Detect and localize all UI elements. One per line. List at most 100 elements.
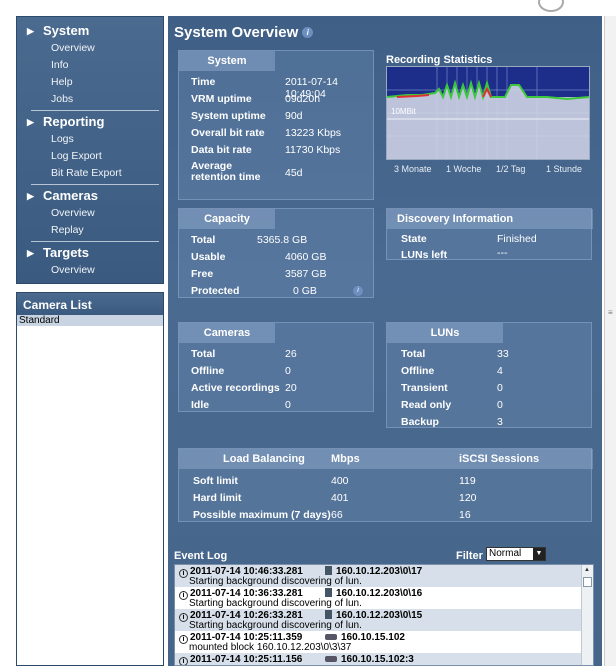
capacity-header: Capacity <box>179 209 275 229</box>
cameras-box: Cameras Total 26 Offline 0 Active record… <box>178 322 374 412</box>
retention-label: Average retention time <box>191 160 261 183</box>
nav-group-system[interactable]: ▶ System <box>17 23 165 39</box>
capacity-free-label: Free <box>191 268 214 280</box>
event-log-scrollbar[interactable]: ▲ <box>581 565 593 665</box>
cameras-offline-label: Offline <box>191 365 225 377</box>
main-panel: System Overview i System Time 2011-07-14 … <box>168 16 602 666</box>
active-recordings-value: 20 <box>285 382 297 394</box>
event-time: 2011-07-14 10:25:11.156 <box>190 654 303 665</box>
nav-item-jobs[interactable]: Jobs <box>51 92 73 107</box>
event-log-row[interactable]: i 2011-07-14 10:36:33.281 160.10.12.203\0… <box>175 587 581 609</box>
nav-group-reporting[interactable]: ▶ Reporting <box>17 114 165 130</box>
luns-left-label: LUNs left <box>401 249 448 261</box>
event-log-row[interactable]: i 2011-07-14 10:46:33.281 160.10.12.203\0… <box>175 565 581 587</box>
camera-list-item[interactable]: Standard <box>17 315 163 326</box>
discovery-box: Discovery Information State Finished LUN… <box>386 208 593 261</box>
scroll-thumb[interactable] <box>583 577 592 587</box>
mbps-header: Mbps <box>331 453 360 465</box>
possible-max-mbps: 66 <box>331 509 343 521</box>
recording-stats-chart[interactable]: 10MBit <box>386 66 590 160</box>
nav-item-cameras-overview[interactable]: Overview <box>51 206 95 221</box>
capacity-free-value: 3587 GB <box>285 268 327 280</box>
system-uptime-value: 90d <box>285 110 303 122</box>
nav-item-overview[interactable]: Overview <box>51 41 95 56</box>
nav-item-replay[interactable]: Replay <box>51 223 84 238</box>
event-log-label: Event Log <box>174 550 228 562</box>
camera-list-panel: Camera List Standard <box>16 292 164 666</box>
hard-limit-mbps: 401 <box>331 492 349 504</box>
nav-item-targets-overview[interactable]: Overview <box>51 263 95 278</box>
sidebar: ▶ System Overview Info Help Jobs ▶ Repor… <box>16 16 164 666</box>
caret-right-icon: ▶ <box>27 248 34 258</box>
luns-offline-label: Offline <box>401 365 435 377</box>
nav-group-cameras[interactable]: ▶ Cameras <box>17 188 165 204</box>
info-circle-icon: i <box>179 591 188 600</box>
data-bitrate-label: Data bit rate <box>191 144 252 156</box>
capacity-usable-value: 4060 GB <box>285 251 327 263</box>
info-circle-icon: i <box>179 635 188 644</box>
capacity-usable-label: Usable <box>191 251 226 263</box>
system-uptime-label: System uptime <box>191 110 266 122</box>
event-message: Starting background discovering of lun. <box>189 620 362 631</box>
nav-item-bit-rate-export[interactable]: Bit Rate Export <box>51 166 122 181</box>
cameras-total-label: Total <box>191 348 216 360</box>
nav-group-label: Reporting <box>43 114 105 129</box>
cameras-idle-label: Idle <box>191 399 210 411</box>
axis-label-3-months: 3 Monate <box>394 164 432 174</box>
scroll-grip-icon[interactable]: ≡ <box>608 308 613 317</box>
luns-total-label: Total <box>401 348 426 360</box>
chevron-down-icon[interactable]: ▼ <box>533 548 545 560</box>
event-log-row[interactable]: i 2011-07-14 10:25:11.359 160.10.15.102 m… <box>175 631 581 653</box>
nav-item-info[interactable]: Info <box>51 58 69 73</box>
caret-right-icon: ▶ <box>27 191 34 201</box>
filter-dropdown[interactable]: Normal ▼ <box>486 547 546 561</box>
event-message: mounted block 160.10.12.203\0\3\37 <box>189 642 352 653</box>
storage-icon <box>325 610 332 619</box>
soft-limit-label: Soft limit <box>193 475 238 487</box>
nav-item-help[interactable]: Help <box>51 75 73 90</box>
event-log-row[interactable]: i 2011-07-14 10:25:11.156 160.10.15.102:3 <box>175 653 581 665</box>
filter-label: Filter <box>456 550 483 562</box>
event-log-list[interactable]: i 2011-07-14 10:46:33.281 160.10.12.203\0… <box>174 564 594 666</box>
nav-group-label: System <box>43 23 90 38</box>
load-balancing-box: Load Balancing Mbps iSCSI Sessions Soft … <box>178 448 593 522</box>
page-title: System Overview i <box>174 24 314 41</box>
event-message: Starting background discovering of lun. <box>189 576 362 587</box>
possible-max-label: Possible maximum (7 days) <box>193 509 331 521</box>
info-circle-icon: i <box>179 613 188 622</box>
luns-total-value: 33 <box>497 348 509 360</box>
retention-value: 45d <box>285 167 303 179</box>
active-recordings-label: Active recordings <box>191 382 280 394</box>
nav-group-label: Cameras <box>43 188 98 203</box>
axis-label-1-hour: 1 Stunde <box>546 164 583 174</box>
filter-value: Normal <box>489 548 522 559</box>
luns-header: LUNs <box>387 323 503 343</box>
scroll-up-icon[interactable]: ▲ <box>584 567 590 573</box>
system-box: System Time 2011-07-14 10:49:04 VRM upti… <box>178 50 374 200</box>
recording-marker: 10MBit <box>391 107 416 116</box>
nav-item-logs[interactable]: Logs <box>51 132 74 147</box>
capacity-total-value: 5365.8 GB <box>257 234 308 246</box>
nav-divider <box>31 184 159 185</box>
network-device-icon <box>325 656 337 662</box>
overall-bitrate-value: 13223 Kbps <box>285 127 342 139</box>
info-circle-icon: i <box>179 657 188 665</box>
nav-group-label: Targets <box>43 245 89 260</box>
event-source: 160.10.15.102:3 <box>341 654 414 665</box>
discovery-state-value: Finished <box>497 233 537 245</box>
data-bitrate-value: 11730 Kbps <box>285 144 341 156</box>
discovery-state-label: State <box>401 233 427 245</box>
luns-transient-label: Transient <box>401 382 448 394</box>
luns-backup-value: 3 <box>497 416 503 428</box>
caret-right-icon: ▶ <box>27 26 34 36</box>
event-log-row[interactable]: i 2011-07-14 10:26:33.281 160.10.12.203\0… <box>175 609 581 631</box>
cameras-idle-value: 0 <box>285 399 291 411</box>
system-time-label: Time <box>191 76 216 88</box>
info-icon[interactable]: i <box>302 27 314 38</box>
load-balancing-header: Load Balancing <box>223 453 305 465</box>
protected-info-icon[interactable]: i <box>353 286 363 296</box>
page-scrollbar[interactable]: ≡ <box>604 16 616 666</box>
nav-item-log-export[interactable]: Log Export <box>51 149 102 164</box>
possible-max-sessions: 16 <box>459 509 471 521</box>
nav-group-targets[interactable]: ▶ Targets <box>17 245 165 261</box>
